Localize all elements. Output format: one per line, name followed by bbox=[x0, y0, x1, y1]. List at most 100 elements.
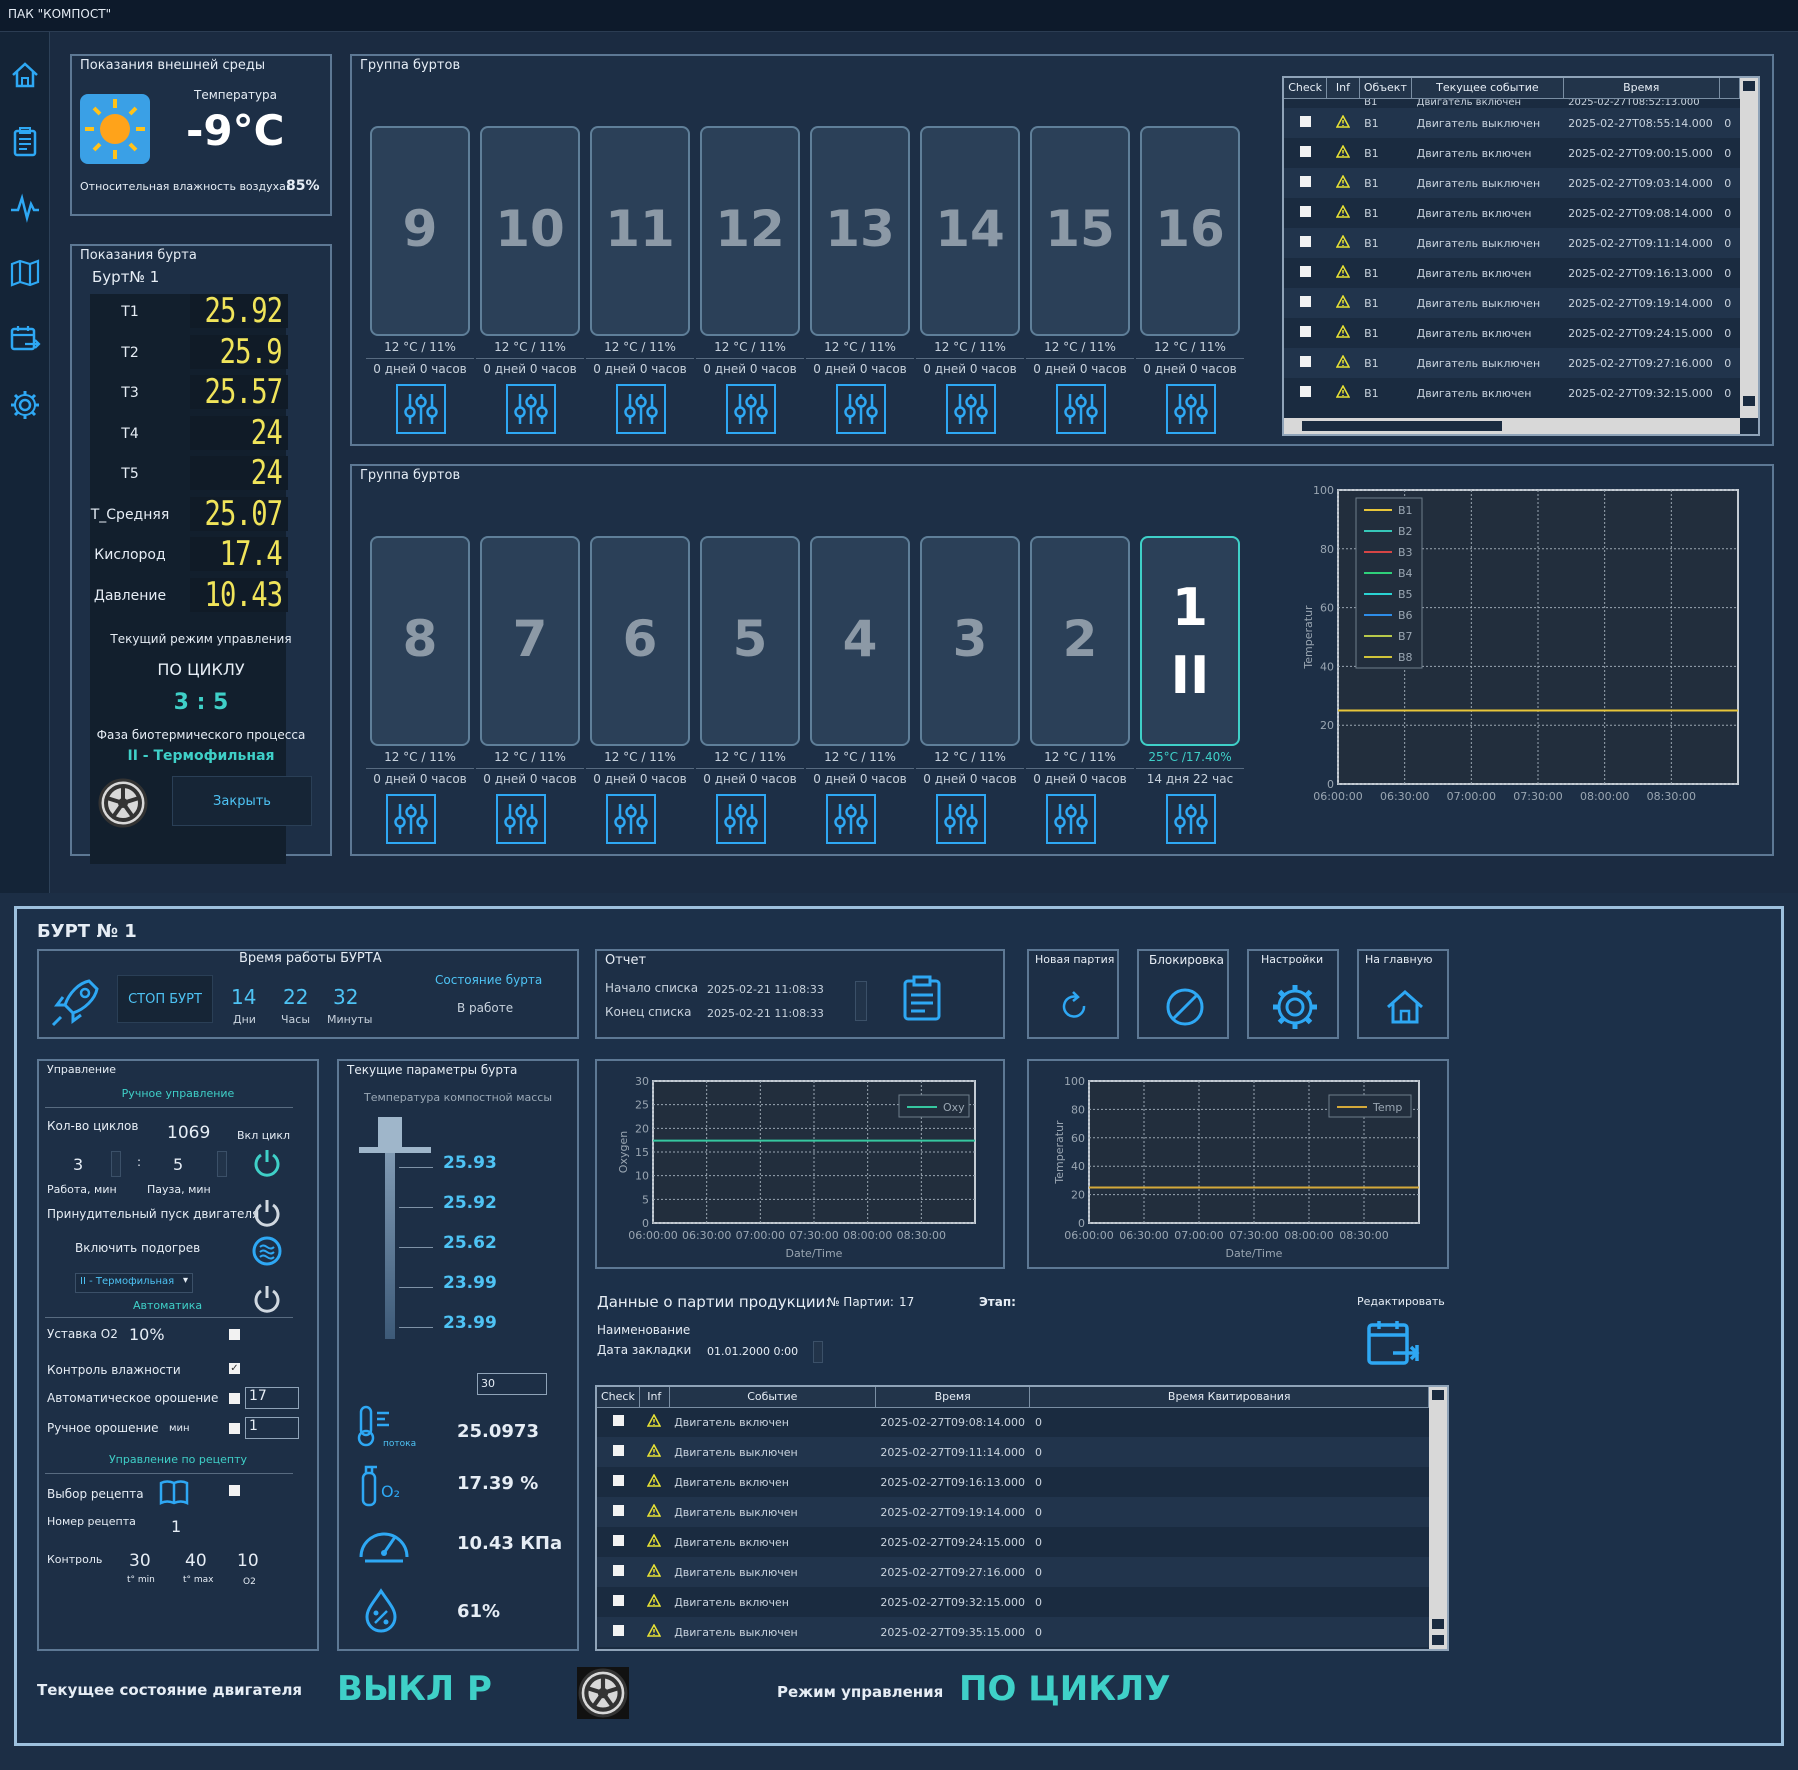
humidity-control-checkbox[interactable]: ✓ bbox=[229, 1363, 240, 1374]
row-checkbox[interactable] bbox=[612, 1445, 624, 1456]
sliders-button[interactable] bbox=[1046, 794, 1096, 844]
o2-setpoint-value[interactable]: 10% bbox=[129, 1325, 165, 1344]
auto-power-icon[interactable] bbox=[251, 1283, 283, 1315]
row-checkbox[interactable] bbox=[612, 1625, 624, 1636]
row-checkbox[interactable] bbox=[1299, 356, 1311, 367]
nav-schedule-button[interactable] bbox=[8, 322, 42, 356]
burt-tile[interactable]: 14 bbox=[920, 126, 1020, 336]
col-event[interactable]: Текущее событие bbox=[1411, 78, 1564, 99]
burt-tile[interactable]: 13 bbox=[810, 126, 910, 336]
table-row[interactable]: Двигатель выключен 2025-02-27T09:27:16.00… bbox=[597, 1557, 1429, 1587]
sliders-button[interactable] bbox=[1056, 384, 1106, 434]
sliders-button[interactable] bbox=[836, 384, 886, 434]
force-power-icon[interactable] bbox=[251, 1197, 283, 1229]
burt-tile[interactable]: 15 bbox=[1030, 126, 1130, 336]
table-row[interactable]: B1 Двигатель выключен 2025-02-27T09:19:14.… bbox=[1284, 288, 1740, 318]
row-checkbox[interactable] bbox=[1299, 296, 1311, 307]
burt-tile[interactable]: 16 bbox=[1140, 126, 1240, 336]
table-row[interactable]: B1 Двигатель включен 2025-02-27T08:52:13.0… bbox=[1284, 98, 1740, 108]
nav-home-button[interactable] bbox=[8, 58, 42, 92]
work-minutes-value[interactable]: 3 bbox=[73, 1155, 83, 1174]
col-ack-time[interactable]: Время Квитирования bbox=[1029, 1387, 1429, 1408]
row-checkbox[interactable] bbox=[1299, 386, 1311, 397]
table-row[interactable]: B1 Двигатель выключен 2025-02-27T09:11:14.… bbox=[1284, 228, 1740, 258]
sliders-button[interactable] bbox=[946, 384, 996, 434]
batch-date-stepper[interactable] bbox=[813, 1341, 823, 1363]
burt-tile[interactable]: 5 bbox=[700, 536, 800, 746]
table-row[interactable]: B1 Двигатель включен 2025-02-27T09:32:15.0… bbox=[1284, 378, 1740, 408]
row-checkbox[interactable] bbox=[612, 1505, 624, 1516]
auto-irrigation-input[interactable]: 17 bbox=[245, 1387, 299, 1409]
table-row[interactable]: Двигатель включен 2025-02-27T09:24:15.000… bbox=[597, 1527, 1429, 1557]
burt-tile[interactable]: 7 bbox=[480, 536, 580, 746]
report-end-value[interactable]: 2025-02-21 11:08:33 bbox=[707, 1007, 824, 1020]
row-checkbox[interactable] bbox=[1299, 146, 1311, 157]
table-row[interactable]: B1 Двигатель включен 2025-02-27T09:00:15.0… bbox=[1284, 138, 1740, 168]
sliders-button[interactable] bbox=[616, 384, 666, 434]
home-button[interactable]: На главную bbox=[1357, 949, 1449, 1039]
burt-tile[interactable]: 12 bbox=[700, 126, 800, 336]
sliders-button[interactable] bbox=[506, 384, 556, 434]
close-button[interactable]: Закрыть bbox=[172, 776, 312, 826]
burt-tile[interactable]: 10 bbox=[480, 126, 580, 336]
burt-tile[interactable]: 2 bbox=[1030, 536, 1130, 746]
row-checkbox[interactable] bbox=[612, 1565, 624, 1576]
report-stepper[interactable] bbox=[855, 981, 867, 1021]
sliders-button[interactable] bbox=[386, 794, 436, 844]
burt-tile[interactable]: 4 bbox=[810, 536, 910, 746]
table-row[interactable]: Двигатель выключен 2025-02-27T09:35:15.00… bbox=[597, 1617, 1429, 1647]
sliders-button[interactable] bbox=[606, 794, 656, 844]
burt-tile[interactable]: 3 bbox=[920, 536, 1020, 746]
sliders-button[interactable] bbox=[936, 794, 986, 844]
sliders-button[interactable] bbox=[716, 794, 766, 844]
row-checkbox[interactable] bbox=[612, 1475, 624, 1486]
burt-tile[interactable]: 9 bbox=[370, 126, 470, 336]
gauge-spinbox[interactable]: 30 bbox=[477, 1373, 547, 1395]
batch-date-value[interactable]: 01.01.2000 0:00 bbox=[707, 1345, 798, 1358]
table-row[interactable]: B1 Двигатель выключен 2025-02-27T09:27:16.… bbox=[1284, 348, 1740, 378]
row-checkbox[interactable] bbox=[1299, 326, 1311, 337]
row-checkbox[interactable] bbox=[1299, 116, 1311, 127]
new-batch-button[interactable]: Новая партия bbox=[1027, 949, 1119, 1039]
col-check[interactable]: Check bbox=[597, 1387, 640, 1408]
report-clipboard-icon[interactable] bbox=[897, 973, 947, 1023]
sliders-button[interactable] bbox=[496, 794, 546, 844]
row-checkbox[interactable] bbox=[612, 1595, 624, 1606]
nav-report-button[interactable] bbox=[8, 124, 42, 158]
table-row[interactable]: Двигатель включен 2025-02-27T09:32:15.000… bbox=[597, 1587, 1429, 1617]
settings-button[interactable]: Настройки bbox=[1247, 949, 1339, 1039]
row-checkbox[interactable] bbox=[1299, 236, 1311, 247]
events-top-vscroll[interactable] bbox=[1740, 78, 1758, 418]
events-detail-vscroll[interactable] bbox=[1429, 1387, 1447, 1649]
sliders-button[interactable] bbox=[826, 794, 876, 844]
table-row[interactable]: B1 Двигатель включен 2025-02-27T09:08:14.0… bbox=[1284, 198, 1740, 228]
nav-map-button[interactable] bbox=[8, 256, 42, 290]
col-object[interactable]: Объект bbox=[1359, 78, 1413, 99]
burt-tile[interactable]: 6 bbox=[590, 536, 690, 746]
row-checkbox[interactable] bbox=[612, 1535, 624, 1546]
manual-irrigation-checkbox[interactable] bbox=[229, 1423, 240, 1434]
col-event[interactable]: Событие bbox=[669, 1387, 876, 1408]
pause-minutes-stepper[interactable] bbox=[217, 1151, 227, 1177]
phase-select[interactable]: II - Термофильная ▾ bbox=[75, 1273, 193, 1293]
nav-settings-button[interactable] bbox=[8, 388, 42, 422]
row-checkbox[interactable] bbox=[612, 1415, 624, 1427]
pause-minutes-value[interactable]: 5 bbox=[173, 1155, 183, 1174]
row-checkbox[interactable] bbox=[1299, 206, 1311, 217]
col-check[interactable]: Check bbox=[1284, 78, 1328, 99]
col-inf[interactable]: Inf bbox=[1326, 78, 1360, 99]
block-button[interactable]: Блокировка bbox=[1137, 949, 1229, 1039]
sliders-button[interactable] bbox=[1166, 794, 1216, 844]
row-checkbox[interactable] bbox=[1299, 176, 1311, 187]
row-checkbox[interactable] bbox=[1299, 266, 1311, 277]
table-row[interactable]: Двигатель выключен 2025-02-27T09:19:14.00… bbox=[597, 1497, 1429, 1527]
col-inf[interactable]: Inf bbox=[639, 1387, 670, 1408]
work-minutes-stepper[interactable] bbox=[111, 1151, 121, 1177]
stop-burt-button[interactable]: СТОП БУРТ bbox=[117, 975, 213, 1023]
calendar-export-icon[interactable] bbox=[1365, 1319, 1421, 1369]
burt-tile[interactable]: 8 bbox=[370, 536, 470, 746]
table-row[interactable]: B1 Двигатель выключен 2025-02-27T09:03:14.… bbox=[1284, 168, 1740, 198]
table-row[interactable]: Двигатель включен 2025-02-27T09:08:14.000… bbox=[597, 1407, 1429, 1437]
recipe-checkbox[interactable] bbox=[229, 1485, 240, 1496]
col-time[interactable]: Время bbox=[875, 1387, 1031, 1408]
